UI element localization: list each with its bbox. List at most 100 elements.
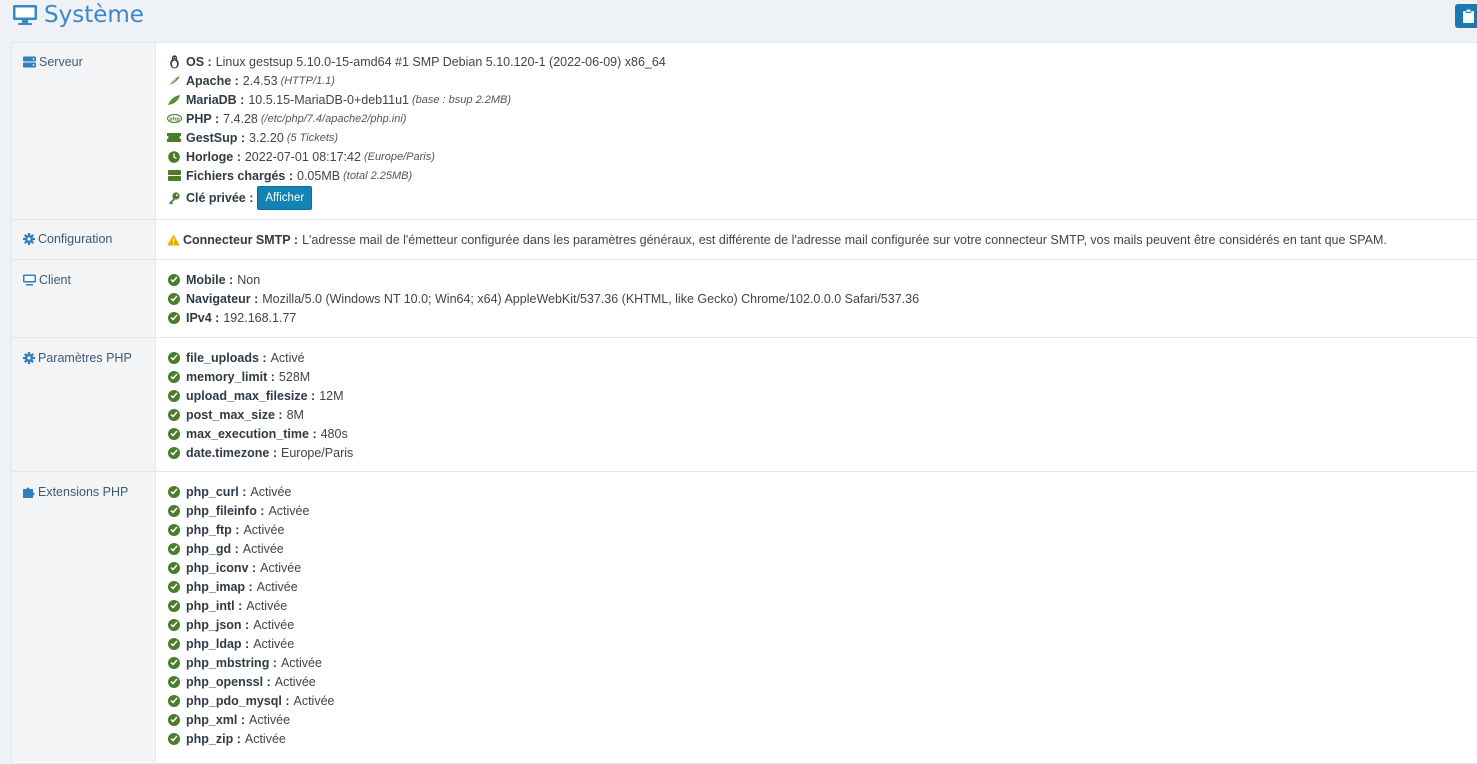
php-param-value: 528M xyxy=(278,369,311,384)
client-details: Mobile : Non Navigateur : Mozilla/5.0 (Win… xyxy=(156,260,1477,337)
smtp-warning-key: Connecteur SMTP : xyxy=(183,232,299,247)
check-icon xyxy=(168,504,180,517)
php-extension-item: php_imap : Activée xyxy=(167,577,1477,596)
os-key: OS : xyxy=(186,54,212,69)
check-icon xyxy=(168,523,180,536)
show-private-key-button[interactable]: Afficher xyxy=(257,186,313,210)
php-param-item: file_uploads : Activé xyxy=(167,348,1477,367)
server-item-clock: Horloge : 2022-07-01 08:17:42 (Europe/Pa… xyxy=(167,147,1477,166)
php-param-value: 12M xyxy=(319,388,344,403)
smtp-warning-text: L'adresse mail de l'émetteur configurée … xyxy=(302,232,1387,247)
client-value: 192.168.1.77 xyxy=(223,310,297,325)
client-item: Navigateur : Mozilla/5.0 (Windows NT 10.0… xyxy=(167,289,1477,308)
php-extension-item: php_iconv : Activée xyxy=(167,558,1477,577)
feather-icon xyxy=(167,75,180,86)
client-key: Navigateur : xyxy=(186,291,259,306)
server-item-apache: Apache : 2.4.53 (HTTP/1.1) xyxy=(167,71,1477,90)
php-extension-value: Activée xyxy=(293,693,335,708)
php-value: 7.4.28 xyxy=(223,111,258,126)
warning-icon xyxy=(167,234,180,245)
php-extension-item: php_json : Activée xyxy=(167,615,1477,634)
check-icon xyxy=(168,675,180,688)
label-client: Client xyxy=(12,260,156,337)
php-extension-item: php_gd : Activée xyxy=(167,539,1477,558)
clipboard-button[interactable] xyxy=(1455,4,1477,28)
php-extension-value: Activée xyxy=(280,655,322,670)
ticket-icon xyxy=(167,133,181,142)
php-param-key: date.timezone : xyxy=(186,445,277,460)
php-extension-key: php_intl : xyxy=(186,598,243,613)
monitor-icon xyxy=(13,5,37,25)
gestsup-key: GestSup : xyxy=(186,130,246,145)
php-extension-value: Activée xyxy=(268,503,310,518)
php-extension-value: Activée xyxy=(256,579,298,594)
check-icon xyxy=(168,694,180,707)
php-param-key: upload_max_filesize : xyxy=(186,388,316,403)
gear-icon xyxy=(23,233,35,245)
php-param-item: upload_max_filesize :12M xyxy=(167,386,1477,405)
configuration-details: Connecteur SMTP : L'adresse mail de l'ém… xyxy=(156,220,1477,259)
php-key: PHP : xyxy=(186,111,220,126)
key-icon xyxy=(169,191,180,204)
check-icon xyxy=(168,370,180,383)
php-param-value: Europe/Paris xyxy=(281,445,354,460)
php-param-value: Activé xyxy=(270,350,305,365)
row-php-extensions: Extensions PHP php_curl : Activée php_fil… xyxy=(12,472,1477,762)
server-icon xyxy=(23,56,36,68)
php-param-key: memory_limit : xyxy=(186,369,275,384)
clock-key: Horloge : xyxy=(186,149,241,164)
gestsup-value: 3.2.20 xyxy=(249,130,284,145)
check-icon xyxy=(168,713,180,726)
php-icon: php xyxy=(166,114,182,123)
php-extension-value: Activée xyxy=(242,541,284,556)
server-item-files: Fichiers chargés : 0.05MB (total 2.25MB) xyxy=(167,166,1477,185)
check-icon xyxy=(168,446,180,459)
mariadb-note: (base : bsup 2.2MB) xyxy=(411,93,512,106)
check-icon xyxy=(168,580,180,593)
php-extension-value: Activée xyxy=(274,674,316,689)
php-extension-item: php_intl : Activée xyxy=(167,596,1477,615)
php-extension-item: php_mbstring : Activée xyxy=(167,653,1477,672)
php-extension-key: php_pdo_mysql : xyxy=(186,693,290,708)
php-param-item: post_max_size :8M xyxy=(167,405,1477,424)
svg-text:php: php xyxy=(169,116,180,122)
mariadb-value: 10.5.15-MariaDB-0+deb11u1 xyxy=(248,92,409,107)
check-icon xyxy=(168,599,180,612)
check-icon xyxy=(168,618,180,631)
label-php-params-text: Paramètres PHP xyxy=(38,351,132,365)
files-value: 0.05MB xyxy=(297,168,341,183)
gear-icon xyxy=(23,352,35,364)
php-extension-item: php_xml : Activée xyxy=(167,710,1477,729)
label-client-text: Client xyxy=(39,273,71,287)
php-params-details: file_uploads : Activé memory_limit :528M … xyxy=(156,338,1477,471)
server-item-private-key: Clé privée : Afficher xyxy=(167,185,1477,211)
client-value: Non xyxy=(237,272,261,287)
check-icon xyxy=(168,311,180,324)
mariadb-key: MariaDB : xyxy=(186,92,245,107)
php-param-item: max_execution_time :480s xyxy=(167,424,1477,443)
php-extensions-details: php_curl : Activée php_fileinfo : Activée … xyxy=(156,472,1477,762)
php-extension-key: php_gd : xyxy=(186,541,239,556)
row-client: Client Mobile : Non Navigateur : Mozilla/5… xyxy=(12,260,1477,338)
php-extension-item: php_ftp : Activée xyxy=(167,520,1477,539)
page-header: Système xyxy=(0,0,1477,38)
label-server-text: Serveur xyxy=(39,55,83,69)
php-extension-item: php_ldap : Activée xyxy=(167,634,1477,653)
php-param-key: max_execution_time : xyxy=(186,426,317,441)
apache-key: Apache : xyxy=(186,73,239,88)
label-php-extensions: Extensions PHP xyxy=(12,472,156,762)
php-param-item: memory_limit :528M xyxy=(167,367,1477,386)
linux-icon xyxy=(169,54,179,68)
label-php-params: Paramètres PHP xyxy=(12,338,156,471)
clock-value: 2022-07-01 08:17:42 xyxy=(244,149,361,164)
php-param-value: 8M xyxy=(286,407,304,422)
php-extension-key: php_mbstring : xyxy=(186,655,277,670)
php-param-value: 480s xyxy=(320,426,348,441)
php-extension-key: php_fileinfo : xyxy=(186,503,265,518)
check-icon xyxy=(168,656,180,669)
php-extension-key: php_openssl : xyxy=(186,674,271,689)
php-extension-item: php_zip : Activée xyxy=(167,729,1477,748)
files-key: Fichiers chargés : xyxy=(186,168,293,183)
desktop-icon xyxy=(23,274,36,286)
system-info-card: Serveur OS : Linux gestsup 5.10.0-15-amd… xyxy=(11,42,1477,764)
